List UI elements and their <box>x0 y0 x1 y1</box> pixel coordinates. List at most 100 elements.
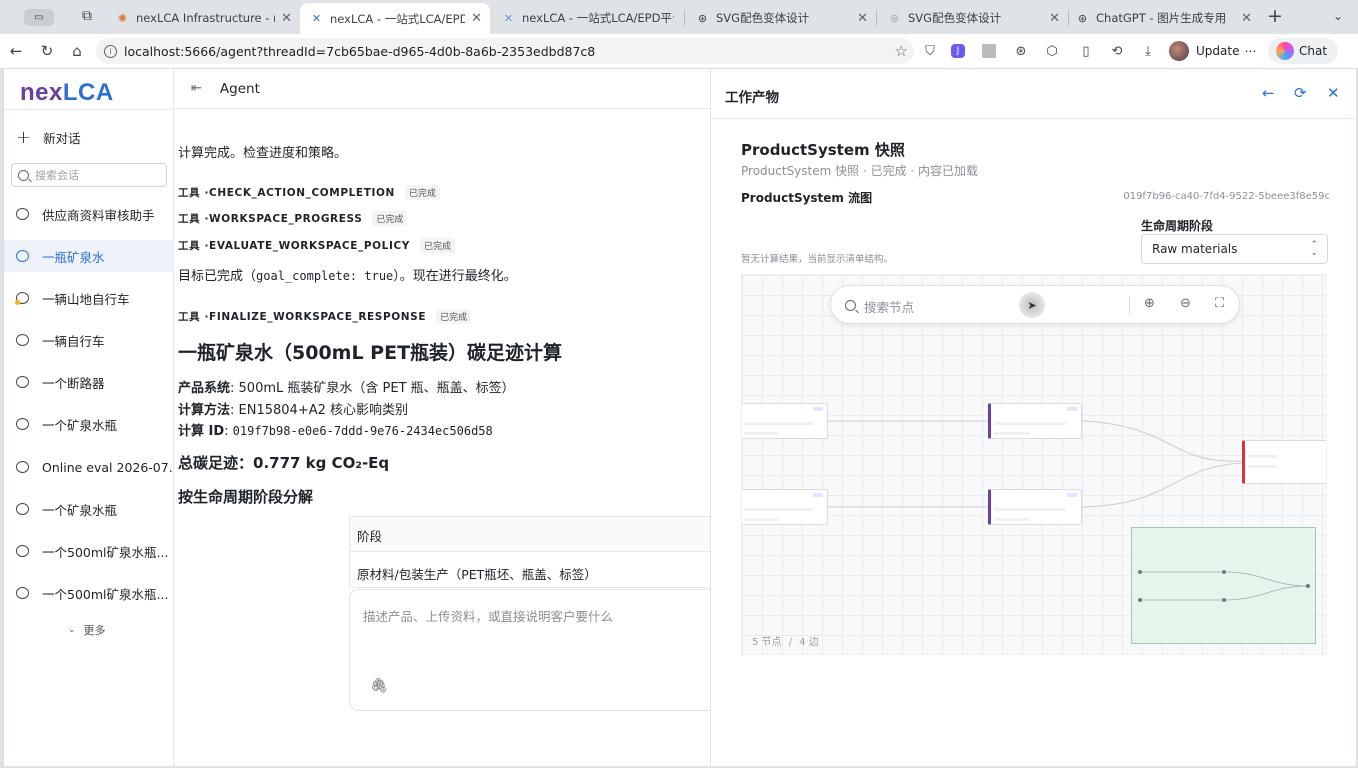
address-bar[interactable]: i localhost:5666/agent?threadId=7cb65bae… <box>96 38 914 64</box>
conversation-item[interactable]: Online eval 2026-07... <box>4 451 173 483</box>
browser-toolbar: ← ↻ ⌂ i localhost:5666/agent?threadId=7c… <box>0 34 1358 68</box>
select-arrows-icon: ⌃ ⌄ <box>1310 240 1318 258</box>
page-title: Agent <box>219 80 260 97</box>
close-icon[interactable]: ✕ <box>1327 84 1340 102</box>
close-tab-icon[interactable]: ✕ <box>857 11 868 26</box>
minimap-node <box>1138 570 1142 574</box>
composer-input[interactable]: 描述产品、上传资料，或直接说明客户要什么 <box>363 606 613 625</box>
avatar[interactable] <box>1169 41 1189 61</box>
new-tab-icon[interactable]: + <box>1267 5 1283 27</box>
bookmark-star-icon[interactable]: ☆ <box>895 42 908 60</box>
no-result-note: 暂无计算结果，当前显示清单结构。 <box>741 254 894 265</box>
puzzle-icon[interactable]: ⬡ <box>1043 42 1061 60</box>
back-icon[interactable]: ← <box>6 41 26 61</box>
close-tab-icon[interactable]: ✕ <box>1049 11 1060 26</box>
conversation-item[interactable]: 一个断路器 <box>4 366 173 398</box>
fit-view-icon[interactable]: ⛶ <box>1215 296 1224 311</box>
panel-header: 工作产物 ← ⟳ ✕ <box>711 69 1357 119</box>
back-arrow-icon[interactable]: ← <box>1262 84 1275 102</box>
browser-tab-3[interactable]: ✕ nexLCA - 一站式LCA/EPD平台 <box>492 5 682 31</box>
conversation-item[interactable]: 一辆山地自行车 <box>4 282 173 314</box>
sidebar-toggle-icon[interactable]: ▭ <box>24 9 54 26</box>
attachment-icon[interactable]: 🖇 <box>370 678 388 694</box>
divider <box>4 109 174 110</box>
divider <box>1129 296 1130 315</box>
extension-square-icon[interactable] <box>982 44 996 58</box>
site-info-icon[interactable]: i <box>104 44 117 58</box>
minimap-node <box>1138 598 1142 602</box>
close-tab-icon[interactable]: ✕ <box>1241 11 1252 26</box>
search-icon <box>845 300 856 311</box>
nexlca-logo[interactable]: nexLCA <box>20 79 114 107</box>
plus-icon: + <box>16 127 32 148</box>
snapshot-subtitle: ProductSystem 快照 · 已完成 · 内容已加载 <box>741 164 979 178</box>
tab-list-chevron-icon[interactable]: ⌄ <box>1333 9 1343 23</box>
chat-header: ⇤ Agent <box>175 69 710 109</box>
refresh-icon[interactable]: ⟳ <box>1294 84 1307 102</box>
browser-tab-1[interactable]: ✺ nexLCA Infrastructure - nexLC ✕ <box>106 5 300 31</box>
minimap-node <box>1222 570 1226 574</box>
chat-button[interactable]: Chat <box>1268 38 1338 64</box>
conversation-item-active[interactable]: 一瓶矿泉水 <box>4 240 173 272</box>
minimap-node <box>1306 584 1310 588</box>
minimap-node <box>1222 598 1226 602</box>
flow-node[interactable] <box>988 489 1082 525</box>
home-icon[interactable]: ⌂ <box>67 41 87 61</box>
status-badge: 已完成 <box>404 185 440 200</box>
new-chat-button[interactable]: + 新对话 <box>16 127 81 148</box>
flow-canvas[interactable]: 搜索节点 ➤ ⊕ ⊖ ⛶ 5 节点 / 4 边 <box>741 274 1327 655</box>
update-button[interactable]: Update ⋯ <box>1196 41 1256 61</box>
product-system-line: 产品系统: 500mL 瓶装矿泉水（含 PET 瓶、瓶盖、标签） <box>178 381 515 396</box>
conversation-item[interactable]: 一个500ml矿泉水瓶... <box>4 535 173 567</box>
tab-separator <box>684 10 685 26</box>
close-tab-icon[interactable]: ✕ <box>281 11 292 26</box>
conversation-item[interactable]: 一辆自行车 <box>4 324 173 356</box>
browser-tab-2[interactable]: ✕ nexLCA - 一站式LCA/EPD平台 ✕ <box>300 3 490 34</box>
flow-node[interactable] <box>988 403 1082 439</box>
zoom-out-icon[interactable]: ⊖ <box>1180 296 1191 311</box>
tool-call-row: 工具 · EVALUATE_WORKSPACE_POLICY 已完成 <box>178 238 455 253</box>
conversation-item[interactable]: 一个矿泉水瓶 <box>4 493 173 525</box>
message-composer[interactable]: 描述产品、上传资料，或直接说明客户要什么 🖇 <box>349 589 749 711</box>
conversation-item[interactable]: 供应商资料审核助手 <box>4 198 173 230</box>
flow-node[interactable] <box>742 489 828 525</box>
extension-shield-icon[interactable]: ⛉ <box>921 42 939 60</box>
lifecycle-table: 阶段 原材料/包装生产（PET瓶坯、瓶盖、标签） <box>349 516 749 588</box>
collapse-sidebar-icon[interactable]: ⇤ <box>191 81 202 96</box>
claude-icon: ✺ <box>117 11 128 25</box>
tab-overview-icon[interactable]: ⧉ <box>82 8 92 24</box>
chat-bubble-icon <box>16 376 29 388</box>
zoom-in-icon[interactable]: ⊕ <box>1144 296 1155 311</box>
artifacts-panel: 工作产物 ← ⟳ ✕ ProductSystem 快照 ProductSyste… <box>710 69 1357 766</box>
flow-node[interactable] <box>742 403 828 439</box>
chat-bubble-icon <box>16 461 29 473</box>
browser-tab-5[interactable]: ⊛ SVG配色变体设计 ✕ <box>878 5 1068 31</box>
split-view-icon[interactable]: ▯ <box>1077 42 1095 60</box>
show-more-button[interactable]: ⌄ 更多 <box>68 622 106 638</box>
x-icon: ✕ <box>311 12 322 25</box>
node-search-bar[interactable]: 搜索节点 ➤ ⊕ ⊖ ⛶ <box>830 285 1240 324</box>
browser-tab-4[interactable]: ⊛ SVG配色变体设计 ✕ <box>686 5 876 31</box>
browser-tab-6[interactable]: ⊛ ChatGPT - 图片生成专用 ✕ <box>1066 5 1260 31</box>
flow-title: ProductSystem 流图 <box>741 191 873 205</box>
minimap[interactable] <box>1131 527 1316 644</box>
chat-bubble-icon <box>16 418 29 430</box>
tool-call-row: 工具 · FINALIZE_WORKSPACE_RESPONSE 已完成 <box>178 309 472 324</box>
panel-title: 工作产物 <box>725 90 779 106</box>
lifecycle-select[interactable]: Raw materials ⌃ ⌄ <box>1141 234 1328 264</box>
flow-node-reference[interactable] <box>1242 440 1326 484</box>
conversation-item[interactable]: 一个矿泉水瓶 <box>4 408 173 440</box>
history-icon[interactable]: ⟲ <box>1108 42 1126 60</box>
node-search-input[interactable]: 搜索节点 <box>864 297 914 316</box>
tool-call-row: 工具 · CHECK_ACTION_COMPLETION 已完成 <box>178 185 440 200</box>
openai-extension-icon[interactable]: ⊛ <box>1012 42 1030 60</box>
snapshot-title: ProductSystem 快照 <box>741 141 905 159</box>
openai-icon: ⊛ <box>697 11 708 25</box>
extension-j-icon[interactable]: J <box>951 44 965 58</box>
close-tab-icon[interactable]: ✕ <box>471 11 482 26</box>
conversation-search-input[interactable]: 搜索会话 <box>11 163 167 187</box>
minimap-edges <box>1140 571 1309 601</box>
download-icon[interactable]: ⤓ <box>1139 42 1157 60</box>
reload-icon[interactable]: ↻ <box>37 41 57 61</box>
conversation-item[interactable]: 一个500ml矿泉水瓶... <box>4 577 173 609</box>
